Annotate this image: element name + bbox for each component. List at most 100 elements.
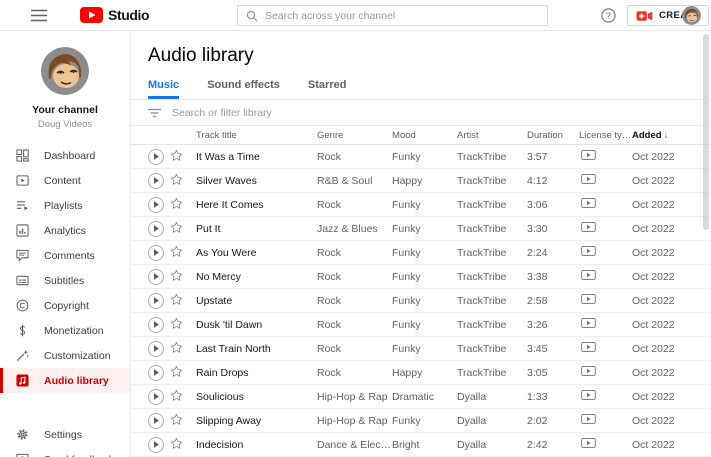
sidebar-item-subtitles[interactable]: Subtitles: [0, 268, 130, 293]
track-genre: Jazz & Blues: [317, 222, 378, 235]
track-artist: TrackTribe: [457, 318, 507, 331]
license-type-icon[interactable]: [581, 198, 596, 208]
tab-starred[interactable]: Starred: [308, 75, 347, 99]
star-icon[interactable]: [170, 413, 183, 426]
track-duration: 1:33: [527, 390, 548, 403]
track-mood: Funky: [392, 198, 421, 211]
customization-icon: [15, 349, 29, 363]
sidebar-item-label: Audio library: [44, 374, 109, 387]
play-button[interactable]: [148, 220, 164, 237]
track-title[interactable]: Indecision: [196, 439, 317, 451]
column-genre[interactable]: Genre: [317, 130, 392, 141]
channel-avatar[interactable]: [41, 47, 89, 95]
star-icon[interactable]: [170, 437, 183, 450]
subtitles-icon: [15, 274, 29, 288]
play-button[interactable]: [148, 172, 164, 189]
track-title[interactable]: Dusk 'til Dawn: [196, 319, 317, 331]
play-button[interactable]: [148, 292, 164, 309]
star-icon[interactable]: [170, 149, 183, 162]
star-icon[interactable]: [170, 221, 183, 234]
column-track-title[interactable]: Track title: [196, 130, 317, 141]
license-type-icon[interactable]: [581, 294, 596, 304]
license-type-icon[interactable]: [581, 390, 596, 400]
star-icon[interactable]: [170, 245, 183, 258]
play-button[interactable]: [148, 340, 164, 357]
track-title[interactable]: Rain Drops: [196, 367, 317, 379]
play-button[interactable]: [148, 436, 164, 453]
license-type-icon[interactable]: [581, 342, 596, 352]
play-button[interactable]: [148, 388, 164, 405]
star-icon[interactable]: [170, 389, 183, 402]
menu-icon[interactable]: [31, 9, 47, 22]
column-duration[interactable]: Duration: [527, 130, 579, 141]
track-title[interactable]: Silver Waves: [196, 175, 317, 187]
sidebar-item-label: Settings: [44, 428, 82, 441]
sidebar-item-send-feedback[interactable]: Send feedback: [0, 447, 130, 457]
youtube-studio-logo[interactable]: Studio: [80, 7, 150, 23]
star-icon[interactable]: [170, 365, 183, 378]
star-icon[interactable]: [170, 341, 183, 354]
play-button[interactable]: [148, 364, 164, 381]
tab-sound-effects[interactable]: Sound effects: [207, 75, 280, 99]
license-type-icon[interactable]: [581, 438, 596, 448]
sidebar-item-analytics[interactable]: Analytics: [0, 218, 130, 243]
license-type-icon[interactable]: [581, 222, 596, 232]
sidebar-item-copyright[interactable]: Copyright: [0, 293, 130, 318]
column-added-sorted[interactable]: Added ↓: [632, 130, 702, 141]
track-title[interactable]: Upstate: [196, 295, 317, 307]
tab-music[interactable]: Music: [148, 75, 180, 99]
sidebar-item-settings[interactable]: Settings: [0, 422, 130, 447]
channel-name: Doug Videos: [37, 119, 93, 130]
track-title[interactable]: No Mercy: [196, 271, 317, 283]
play-button[interactable]: [148, 412, 164, 429]
sidebar-item-dashboard[interactable]: Dashboard: [0, 143, 130, 168]
track-title[interactable]: As You Were: [196, 247, 317, 259]
track-title[interactable]: Soulicious: [196, 391, 317, 403]
sidebar-item-content[interactable]: Content: [0, 168, 130, 193]
search-input[interactable]: [265, 9, 539, 22]
track-title[interactable]: Here It Comes: [196, 199, 317, 211]
track-title[interactable]: It Was a Time: [196, 151, 317, 163]
column-artist[interactable]: Artist: [457, 130, 527, 141]
license-type-icon[interactable]: [581, 318, 596, 328]
track-genre: Hip-Hop & Rap: [317, 390, 388, 403]
create-video-icon: [636, 10, 653, 22]
track-title[interactable]: Put It: [196, 223, 317, 235]
channel-search[interactable]: [237, 5, 548, 26]
account-avatar[interactable]: [682, 6, 701, 25]
sidebar-item-playlists[interactable]: Playlists: [0, 193, 130, 218]
play-button[interactable]: [148, 268, 164, 285]
sidebar-item-audio-library[interactable]: Audio library: [0, 368, 130, 393]
play-button[interactable]: [148, 148, 164, 165]
column-mood[interactable]: Mood: [392, 130, 457, 141]
license-type-icon[interactable]: [581, 366, 596, 376]
sidebar-item-comments[interactable]: Comments: [0, 243, 130, 268]
track-duration: 3:38: [527, 270, 548, 283]
sidebar-item-customization[interactable]: Customization: [0, 343, 130, 368]
play-button[interactable]: [148, 316, 164, 333]
help-icon[interactable]: ?: [601, 8, 616, 23]
play-button[interactable]: [148, 196, 164, 213]
star-icon[interactable]: [170, 293, 183, 306]
license-type-icon[interactable]: [581, 270, 596, 280]
track-mood: Funky: [392, 246, 421, 259]
table-row: Rain Drops Rock Happy TrackTribe 3:05 Oc…: [131, 361, 711, 385]
analytics-icon: [15, 224, 29, 238]
star-icon[interactable]: [170, 269, 183, 282]
table-row: Here It Comes Rock Funky TrackTribe 3:06…: [131, 193, 711, 217]
column-license-type[interactable]: License type: [579, 130, 632, 141]
track-mood: Funky: [392, 414, 421, 427]
sidebar-item-monetization[interactable]: Monetization: [0, 318, 130, 343]
license-type-icon[interactable]: [581, 414, 596, 424]
star-icon[interactable]: [170, 317, 183, 330]
track-title[interactable]: Last Train North: [196, 343, 317, 355]
license-type-icon[interactable]: [581, 150, 596, 160]
track-title[interactable]: Slipping Away: [196, 415, 317, 427]
library-filter-bar[interactable]: Search or filter library: [131, 100, 711, 126]
star-icon[interactable]: [170, 173, 183, 186]
play-button[interactable]: [148, 244, 164, 261]
vertical-scrollbar[interactable]: [703, 34, 709, 230]
license-type-icon[interactable]: [581, 246, 596, 256]
star-icon[interactable]: [170, 197, 183, 210]
license-type-icon[interactable]: [581, 174, 596, 184]
